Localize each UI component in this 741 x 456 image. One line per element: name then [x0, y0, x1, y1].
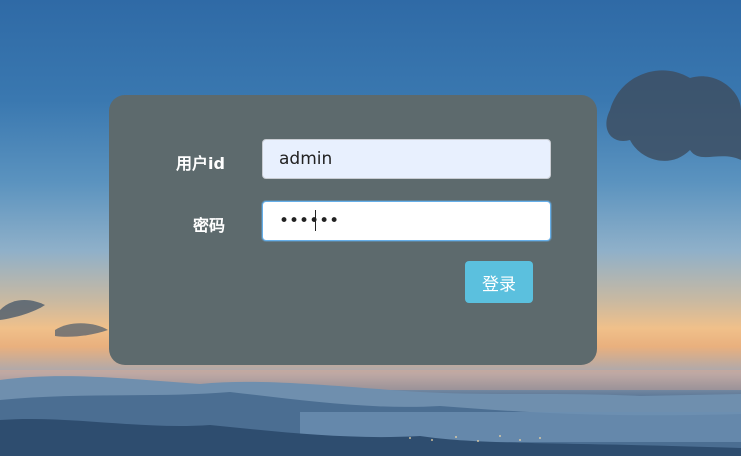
- login-panel: 用户id 密码 登录: [109, 95, 597, 365]
- password-label: 密码: [192, 216, 225, 235]
- login-button[interactable]: 登录: [465, 261, 533, 303]
- password-input[interactable]: [262, 201, 551, 241]
- text-caret: [315, 210, 316, 231]
- username-input[interactable]: [262, 139, 551, 179]
- username-label: 用户id: [176, 154, 225, 173]
